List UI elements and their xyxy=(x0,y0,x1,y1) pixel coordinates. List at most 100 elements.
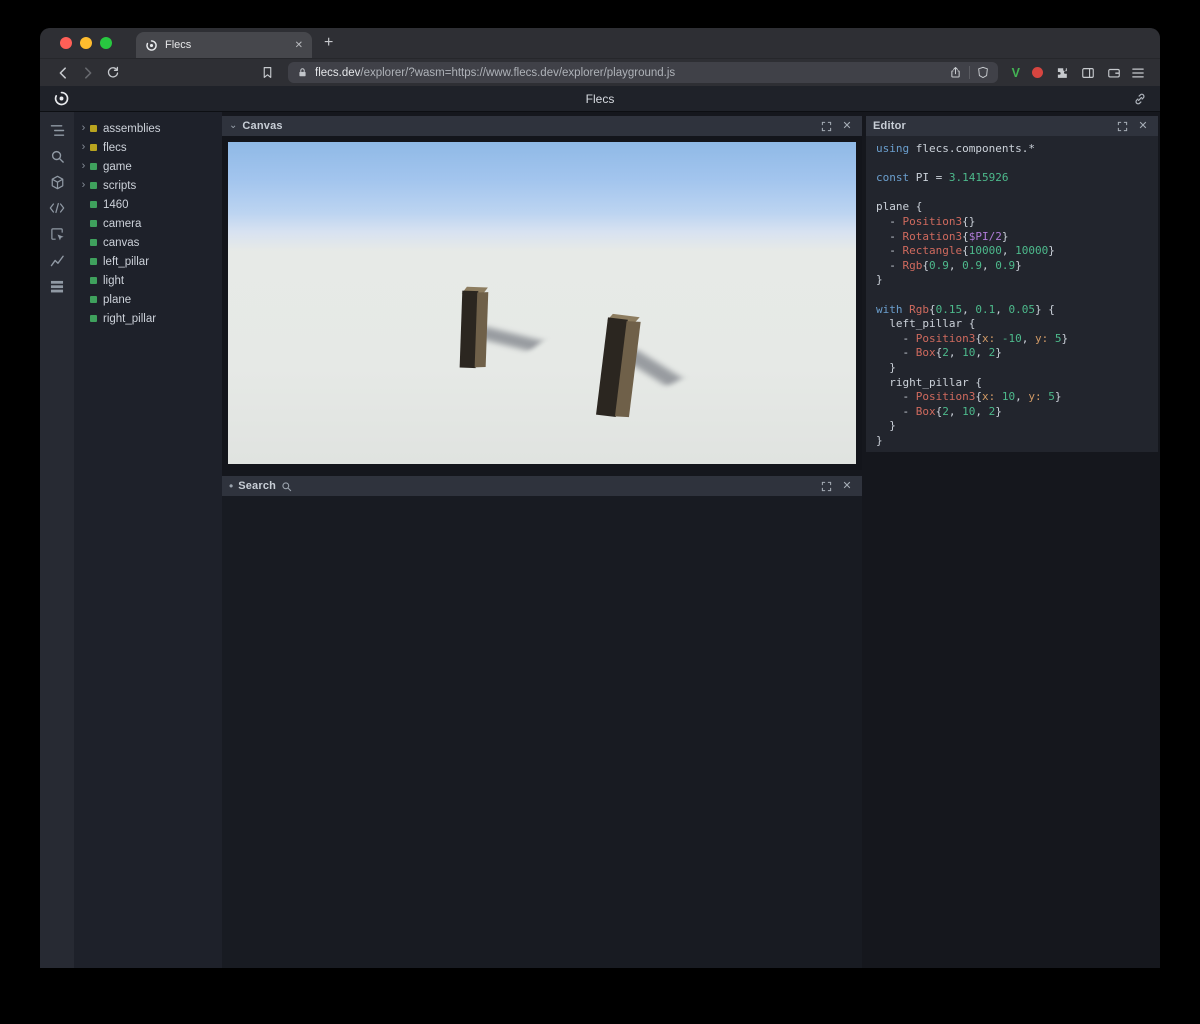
tree-item-plane[interactable]: plane xyxy=(74,290,222,309)
entity-color-icon xyxy=(90,277,97,284)
code-line: - Position3{} xyxy=(876,214,976,228)
canvas-3d-view[interactable] xyxy=(222,136,862,470)
share-link-icon[interactable] xyxy=(1133,92,1147,106)
reload-button[interactable] xyxy=(100,61,125,85)
entity-label: scripts xyxy=(103,179,137,192)
code-line: } xyxy=(876,433,883,447)
flecs-app: Flecs › assemblies › flecs › game › scri… xyxy=(40,86,1160,968)
tree-item-right_pillar[interactable]: right_pillar xyxy=(74,309,222,328)
right-pillar-object xyxy=(596,313,641,418)
browser-tab[interactable]: Flecs ✕ xyxy=(136,32,312,58)
close-panel-icon[interactable]: ✕ xyxy=(839,478,855,494)
entity-color-icon xyxy=(90,258,97,265)
red-extension-icon[interactable] xyxy=(1032,67,1043,78)
tree-item-1460[interactable]: 1460 xyxy=(74,195,222,214)
tab-title: Flecs xyxy=(165,39,192,51)
tree-item-assemblies[interactable]: › assemblies xyxy=(74,119,222,138)
canvas-panel-title: Canvas xyxy=(242,120,283,132)
view-icon-strip xyxy=(40,112,74,968)
page-title: Flecs xyxy=(585,91,615,106)
search-panel: • Search ✕ xyxy=(222,476,862,968)
extensions-puzzle-icon[interactable] xyxy=(1055,66,1069,80)
entity-color-icon xyxy=(90,239,97,246)
search-view-button[interactable] xyxy=(48,148,66,164)
menu-icon[interactable] xyxy=(1125,61,1150,85)
expand-panel-icon[interactable] xyxy=(818,118,834,134)
vimium-extension-icon[interactable]: V xyxy=(1012,66,1020,80)
entity-label: canvas xyxy=(103,236,140,249)
expand-panel-icon[interactable] xyxy=(1114,118,1130,134)
entity-color-icon xyxy=(90,220,97,227)
code-line: - Box{2, 10, 2} xyxy=(876,404,1002,418)
entity-label: right_pillar xyxy=(103,312,157,325)
code-line: right_pillar { xyxy=(876,375,982,389)
entity-color-icon xyxy=(90,201,97,208)
entities-cube-button[interactable] xyxy=(48,174,66,190)
divider xyxy=(968,66,970,79)
search-icon xyxy=(281,481,292,492)
minimize-window-button[interactable] xyxy=(80,37,92,49)
tree-view-button[interactable] xyxy=(48,122,66,138)
collapse-bullet-icon[interactable]: • xyxy=(229,480,233,492)
brave-shield-icon[interactable] xyxy=(977,66,989,79)
canvas-panel-header: ⌄ Canvas ✕ xyxy=(222,116,862,136)
share-icon[interactable] xyxy=(949,66,962,79)
entity-label: camera xyxy=(103,217,142,230)
code-line: - Position3{x: -10, y: 5} xyxy=(876,331,1069,345)
close-window-button[interactable] xyxy=(60,37,72,49)
close-panel-icon[interactable]: ✕ xyxy=(839,118,855,134)
extension-icons: V xyxy=(1012,66,1121,80)
forward-button[interactable] xyxy=(75,61,100,85)
stats-chart-button[interactable] xyxy=(48,252,66,268)
entity-label: light xyxy=(103,274,125,287)
zoom-window-button[interactable] xyxy=(100,37,112,49)
wallet-icon[interactable] xyxy=(1107,66,1121,80)
center-column: ⌄ Canvas ✕ • Search ✕ xyxy=(222,112,864,968)
expand-panel-icon[interactable] xyxy=(818,478,834,494)
app-header: Flecs xyxy=(40,86,1160,112)
queries-list-button[interactable] xyxy=(48,278,66,294)
url-path: /explorer/?wasm=https://www.flecs.dev/ex… xyxy=(360,66,676,79)
address-bar[interactable]: flecs.dev/explorer/?wasm=https://www.fle… xyxy=(288,62,998,83)
tree-item-left_pillar[interactable]: left_pillar xyxy=(74,252,222,271)
code-line: - Box{2, 10, 2} xyxy=(876,346,1002,360)
code-line: const PI = 3.1415926 xyxy=(876,171,1009,185)
new-tab-button[interactable]: + xyxy=(324,35,333,51)
entity-tree: › assemblies › flecs › game › scripts 1460 camera… xyxy=(74,112,222,968)
navigation-bar: flecs.dev/explorer/?wasm=https://www.fle… xyxy=(40,58,1160,86)
expand-chevron-icon[interactable]: › xyxy=(79,123,88,134)
url-text: flecs.dev/explorer/?wasm=https://www.fle… xyxy=(315,67,942,79)
inspector-cursor-button[interactable] xyxy=(48,226,66,242)
tree-item-canvas[interactable]: canvas xyxy=(74,233,222,252)
tree-item-flecs[interactable]: › flecs xyxy=(74,138,222,157)
expand-chevron-icon[interactable]: › xyxy=(79,180,88,191)
code-line: left_pillar { xyxy=(876,317,976,331)
entity-label: game xyxy=(103,160,132,173)
sidebar-toggle-icon[interactable] xyxy=(1081,66,1095,80)
code-line: with Rgb{0.15, 0.1, 0.05} { xyxy=(876,302,1055,316)
code-area[interactable]: using flecs.components.* const PI = 3.14… xyxy=(866,136,1158,452)
editor-panel-title: Editor xyxy=(873,120,906,132)
close-panel-icon[interactable]: ✕ xyxy=(1135,118,1151,134)
tree-item-camera[interactable]: camera xyxy=(74,214,222,233)
code-line: } xyxy=(876,419,896,433)
code-line: - Position3{x: 10, y: 5} xyxy=(876,390,1062,404)
search-panel-content xyxy=(222,496,862,968)
tree-item-scripts[interactable]: › scripts xyxy=(74,176,222,195)
tree-item-game[interactable]: › game xyxy=(74,157,222,176)
code-view-button[interactable] xyxy=(48,200,66,216)
expand-chevron-icon[interactable]: › xyxy=(79,161,88,172)
bookmark-icon[interactable] xyxy=(255,61,280,85)
window-controls xyxy=(60,37,112,49)
back-button[interactable] xyxy=(50,61,75,85)
close-tab-icon[interactable]: ✕ xyxy=(295,40,303,51)
scene xyxy=(228,142,856,464)
entity-label: plane xyxy=(103,293,132,306)
search-panel-title: Search xyxy=(238,480,277,492)
browser-window: Flecs ✕ + flecs.dev/explorer/?wasm=https… xyxy=(40,28,1160,968)
tree-item-light[interactable]: light xyxy=(74,271,222,290)
expand-chevron-icon[interactable]: › xyxy=(79,142,88,153)
chevron-down-icon[interactable]: ⌄ xyxy=(229,121,237,131)
